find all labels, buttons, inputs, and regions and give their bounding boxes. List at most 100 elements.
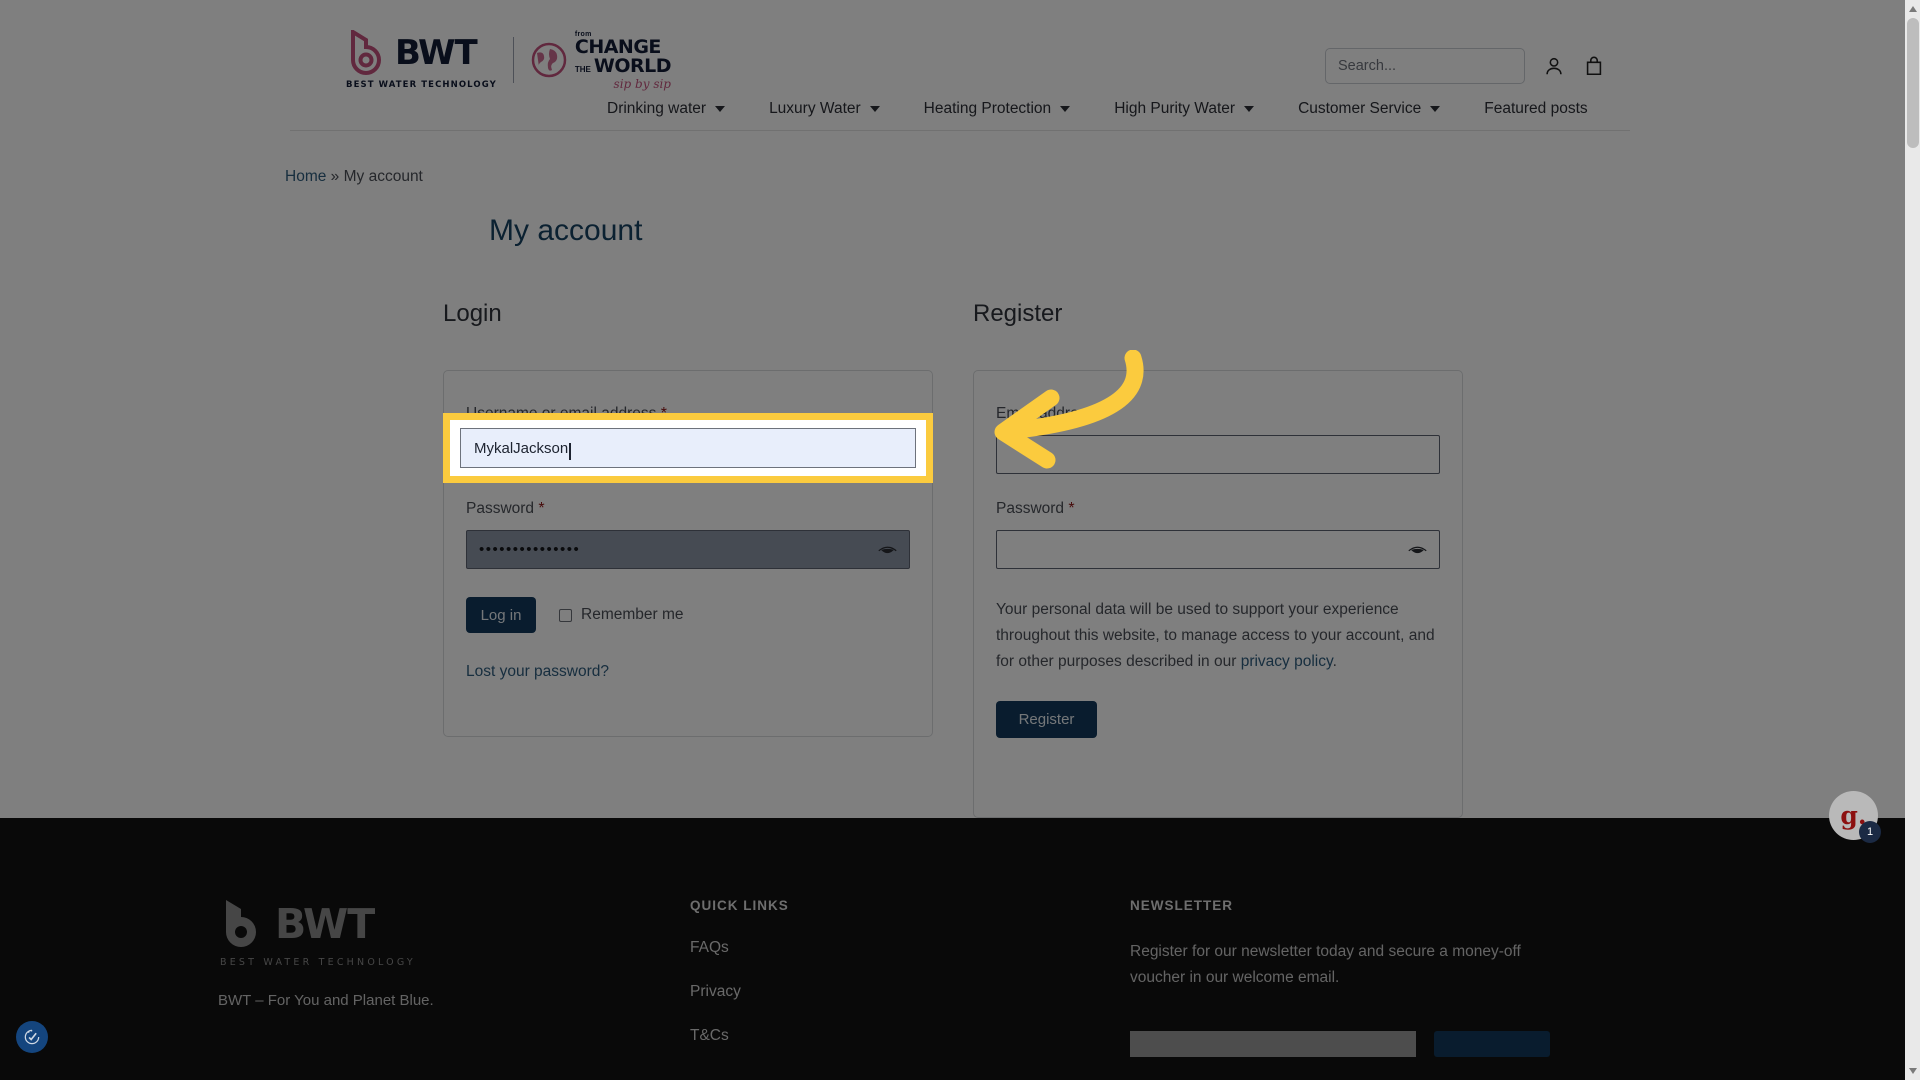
change-the-world-logo[interactable]: from CHANGE THE WORLD sip by sip bbox=[530, 31, 672, 91]
chevron-down-icon bbox=[715, 106, 726, 112]
login-password-input[interactable]: ••••••••••••••• bbox=[466, 530, 910, 569]
chevron-down-icon bbox=[1430, 106, 1441, 112]
nav-label: Drinking water bbox=[607, 100, 707, 117]
nav-item-featured-posts[interactable]: Featured posts bbox=[1484, 100, 1587, 118]
breadcrumb: Home » My account bbox=[285, 168, 423, 186]
footer-quick-links: QUICK LINKS FAQs Privacy T&Cs bbox=[690, 898, 789, 1071]
campaign-script: sip by sip bbox=[613, 76, 671, 91]
log-in-button[interactable]: Log in bbox=[466, 597, 536, 633]
header-actions: Search... bbox=[1325, 48, 1605, 84]
annotation-highlight-box: MykalJackson bbox=[443, 413, 933, 483]
accessibility-button[interactable] bbox=[16, 1021, 48, 1053]
password-label-text: Password bbox=[466, 500, 535, 517]
register-heading: Register bbox=[973, 300, 1063, 327]
nav-item-drinking-water[interactable]: Drinking water bbox=[607, 100, 726, 118]
required-marker: * bbox=[1098, 405, 1105, 422]
chevron-down-icon bbox=[869, 106, 880, 112]
chat-widget-button[interactable]: g. 1 bbox=[1829, 791, 1881, 843]
email-label: Email address * bbox=[996, 405, 1440, 423]
nav-item-customer-service[interactable]: Customer Service bbox=[1298, 100, 1441, 118]
nav-item-luxury-water[interactable]: Luxury Water bbox=[769, 100, 880, 118]
campaign-the: THE bbox=[574, 64, 591, 74]
register-password-label: Password * bbox=[996, 500, 1440, 518]
nav-label: High Purity Water bbox=[1114, 100, 1236, 117]
footer-logo[interactable]: BWT BEST WATER TECHNOLOGY BWT – For You … bbox=[218, 898, 434, 1009]
highlighted-input-value: MykalJackson bbox=[474, 439, 569, 457]
lost-password-link[interactable]: Lost your password? bbox=[466, 663, 609, 680]
chevron-down-icon bbox=[1060, 106, 1071, 112]
login-actions: Log in Remember me bbox=[466, 597, 910, 633]
register-button[interactable]: Register bbox=[996, 701, 1097, 738]
eye-icon[interactable] bbox=[1408, 543, 1427, 557]
site-logo[interactable]: BWT BEST WATER TECHNOLOGY from CHANGE TH… bbox=[345, 30, 672, 91]
password-label: Password * bbox=[466, 500, 910, 518]
highlighted-username-input[interactable]: MykalJackson bbox=[460, 428, 916, 468]
remember-me-checkbox[interactable] bbox=[559, 608, 572, 622]
email-address-input[interactable] bbox=[996, 435, 1440, 474]
register-password-field-block: Password * bbox=[996, 500, 1440, 569]
search-input[interactable]: Search... bbox=[1325, 48, 1525, 84]
logo-divider bbox=[512, 37, 514, 83]
footer-link-tcs[interactable]: T&Cs bbox=[690, 1027, 789, 1045]
password-masked-value: ••••••••••••••• bbox=[479, 541, 581, 558]
campaign-change: CHANGE bbox=[574, 35, 662, 58]
bwt-logo[interactable]: BWT BEST WATER TECHNOLOGY bbox=[345, 30, 497, 90]
footer-newsletter: NEWSLETTER Register for our newsletter t… bbox=[1130, 898, 1550, 1057]
site-footer: BWT BEST WATER TECHNOLOGY BWT – For You … bbox=[0, 818, 1920, 1080]
footer-droplet-icon bbox=[226, 900, 256, 947]
footer-link-faqs[interactable]: FAQs bbox=[690, 939, 789, 957]
newsletter-description: Register for our newsletter today and se… bbox=[1130, 943, 1521, 986]
privacy-policy-link[interactable]: privacy policy bbox=[1241, 653, 1333, 670]
footer-link-privacy[interactable]: Privacy bbox=[690, 983, 789, 1001]
globe-icon bbox=[531, 42, 567, 78]
newsletter-subscribe-button[interactable] bbox=[1434, 1031, 1550, 1057]
footer-wordmark: BWT bbox=[275, 900, 375, 948]
bwt-droplet-icon bbox=[351, 30, 382, 75]
shopping-bag-icon[interactable] bbox=[1583, 54, 1605, 78]
login-heading: Login bbox=[443, 300, 502, 327]
privacy-notice: Your personal data will be used to suppo… bbox=[996, 597, 1440, 675]
chevron-down-icon bbox=[1244, 106, 1255, 112]
main-navigation: Drinking water Luxury Water Heating Prot… bbox=[0, 100, 1920, 131]
nav-label: Featured posts bbox=[1484, 100, 1588, 117]
login-column: Login Username or email address * MykalJ… bbox=[443, 300, 933, 737]
scroll-up-arrow-icon[interactable] bbox=[1909, 6, 1917, 12]
site-header: BWT BEST WATER TECHNOLOGY from CHANGE TH… bbox=[0, 0, 1920, 131]
register-password-label-text: Password bbox=[996, 500, 1065, 517]
privacy-notice-text: Your personal data will be used to suppo… bbox=[996, 601, 1435, 670]
breadcrumb-separator: » bbox=[330, 168, 340, 185]
nav-label: Luxury Water bbox=[769, 100, 861, 117]
nav-label: Customer Service bbox=[1298, 100, 1422, 117]
remember-me-row[interactable]: Remember me bbox=[559, 606, 684, 624]
register-card: Email address * Password * Your personal… bbox=[973, 370, 1463, 818]
breadcrumb-current: My account bbox=[343, 168, 423, 185]
search-placeholder: Search... bbox=[1338, 58, 1397, 74]
footer-tagline: BEST WATER TECHNOLOGY bbox=[220, 957, 416, 968]
nav-item-high-purity-water[interactable]: High Purity Water bbox=[1114, 100, 1255, 118]
breadcrumb-home-link[interactable]: Home bbox=[285, 168, 326, 185]
page-scrollbar[interactable] bbox=[1905, 0, 1920, 1080]
scrollbar-thumb[interactable] bbox=[1907, 18, 1919, 148]
required-marker: * bbox=[538, 500, 545, 517]
user-icon[interactable] bbox=[1543, 54, 1565, 78]
page-canvas: BWT BEST WATER TECHNOLOGY from CHANGE TH… bbox=[0, 0, 1920, 1080]
remember-me-label: Remember me bbox=[581, 606, 684, 623]
footer-strapline: BWT – For You and Planet Blue. bbox=[218, 992, 434, 1009]
register-password-input[interactable] bbox=[996, 530, 1440, 569]
eye-icon[interactable] bbox=[878, 543, 897, 557]
required-marker: * bbox=[1068, 500, 1075, 517]
quick-links-heading: QUICK LINKS bbox=[690, 898, 789, 913]
text-cursor bbox=[569, 442, 571, 460]
chat-unread-badge: 1 bbox=[1859, 821, 1881, 843]
newsletter-signup-row bbox=[1130, 1031, 1550, 1057]
accessibility-icon bbox=[24, 1029, 40, 1045]
nav-item-heating-protection[interactable]: Heating Protection bbox=[924, 100, 1071, 118]
email-field-block: Email address * bbox=[996, 405, 1440, 474]
password-field-block: Password * ••••••••••••••• bbox=[466, 500, 910, 569]
bwt-wordmark: BWT bbox=[395, 33, 478, 73]
newsletter-email-input[interactable] bbox=[1130, 1031, 1417, 1057]
email-label-text: Email address bbox=[996, 405, 1095, 422]
newsletter-heading: NEWSLETTER bbox=[1130, 898, 1233, 913]
nav-label: Heating Protection bbox=[923, 100, 1052, 117]
scroll-down-arrow-icon[interactable] bbox=[1909, 1068, 1917, 1074]
